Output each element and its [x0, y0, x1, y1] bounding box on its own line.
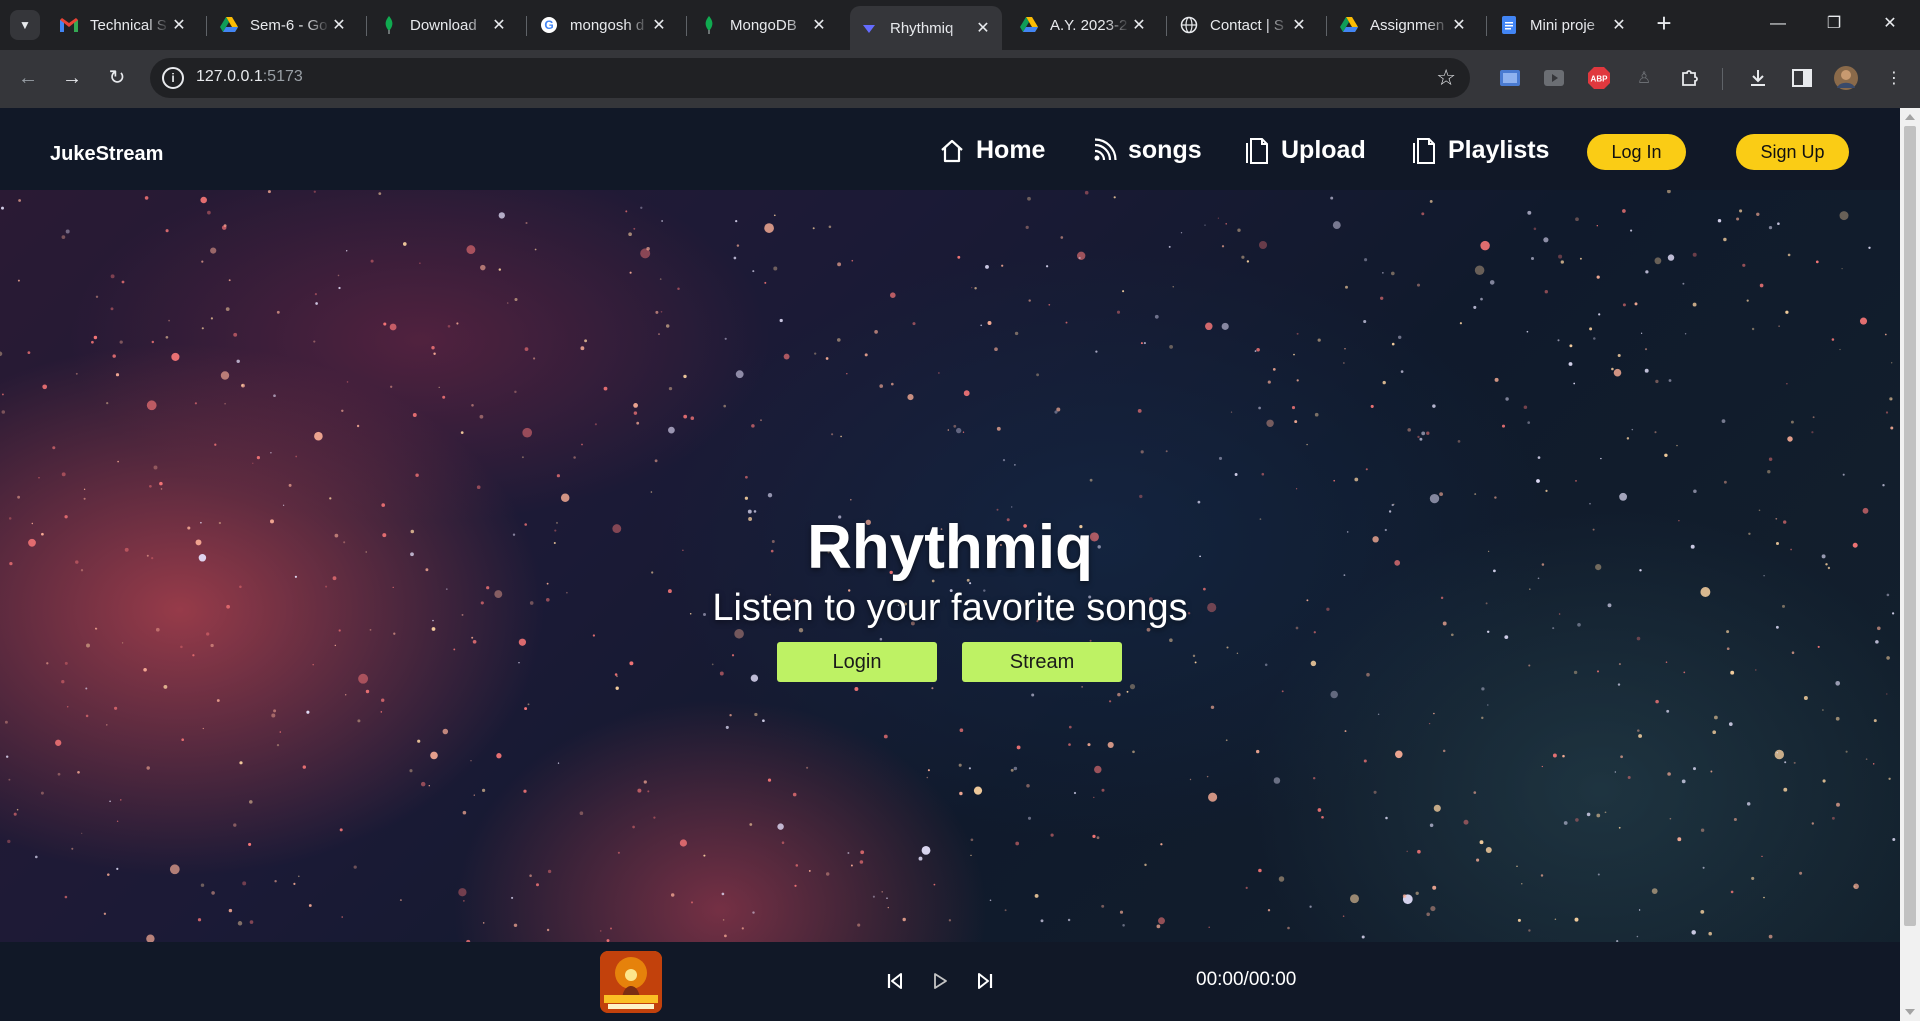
browser-tab[interactable]: Contact | S ✕ — [1170, 8, 1318, 42]
close-icon[interactable]: ✕ — [490, 15, 508, 35]
close-window-icon[interactable]: ✕ — [1870, 10, 1910, 38]
tab-title: mongosh d — [570, 16, 645, 34]
tab-title: Assignmen — [1370, 16, 1445, 34]
google-docs-icon — [1500, 16, 1518, 34]
svg-text:G: G — [544, 18, 553, 32]
nav-upload[interactable]: Upload — [1243, 136, 1366, 165]
browser-tab[interactable]: Sem-6 - Go ✕ — [210, 8, 358, 42]
google-drive-icon — [220, 16, 238, 34]
close-icon[interactable]: ✕ — [810, 15, 828, 35]
new-tab-button[interactable]: + — [1650, 10, 1678, 38]
tab-title: Contact | S — [1210, 16, 1284, 34]
nav-songs[interactable]: songs — [1090, 136, 1202, 165]
close-icon[interactable]: ✕ — [974, 18, 992, 38]
login-button[interactable]: Log In — [1587, 134, 1686, 170]
browser-tab[interactable]: G mongosh d ✕ — [530, 8, 678, 42]
close-icon[interactable]: ✕ — [1290, 15, 1308, 35]
browser-toolbar: ← → ↻ i 127.0.0.1:5173 ☆ ABP ♙ ⋮ — [0, 50, 1920, 108]
scrollbar-thumb[interactable] — [1904, 126, 1916, 926]
site-info-icon[interactable]: i — [162, 67, 184, 89]
nav-playlists-label: Playlists — [1448, 136, 1550, 164]
tab-title: Rhythmiq — [890, 19, 954, 37]
browser-tab[interactable]: Technical S ✕ — [50, 8, 198, 42]
previous-track-icon[interactable] — [882, 968, 908, 994]
hero-subtitle: Listen to your favorite songs — [712, 587, 1188, 629]
album-cover[interactable] — [600, 951, 662, 1013]
download-icon[interactable] — [1746, 66, 1770, 90]
close-icon[interactable]: ✕ — [330, 15, 348, 35]
mongodb-leaf-icon — [700, 16, 718, 34]
google-drive-icon — [1340, 16, 1358, 34]
play-icon[interactable] — [927, 968, 953, 994]
restore-icon[interactable]: ❐ — [1814, 10, 1854, 38]
hero-login-button[interactable]: Login — [777, 642, 937, 682]
scroll-up-arrow-icon[interactable] — [1905, 114, 1915, 120]
ghost-ext-icon[interactable]: ♙ — [1632, 66, 1656, 90]
bookmark-star-icon[interactable]: ☆ — [1436, 65, 1456, 91]
close-icon[interactable]: ✕ — [650, 15, 668, 35]
address-bar[interactable]: i 127.0.0.1:5173 ☆ — [150, 58, 1470, 98]
forward-arrow-icon[interactable]: → — [56, 62, 88, 94]
mongodb-leaf-icon — [380, 16, 398, 34]
puzzle-extensions-icon[interactable] — [1678, 66, 1702, 90]
close-icon[interactable]: ✕ — [1610, 15, 1628, 35]
google-drive-icon — [1020, 16, 1038, 34]
hero-title: Rhythmiq — [807, 513, 1093, 582]
minimize-icon[interactable]: — — [1758, 10, 1798, 38]
nav-home[interactable]: Home — [938, 136, 1045, 165]
nav-upload-label: Upload — [1281, 136, 1366, 164]
screen-cast-icon[interactable] — [1498, 66, 1522, 90]
gmail-icon — [60, 16, 78, 34]
page-scrollbar[interactable] — [1900, 108, 1920, 1021]
profile-avatar[interactable] — [1834, 66, 1858, 90]
tab-title: Mini proje — [1530, 16, 1596, 34]
playback-time: 00:00/00:00 — [1196, 969, 1297, 990]
scroll-down-arrow-icon[interactable] — [1905, 1009, 1915, 1015]
music-player-bar: 00:00/00:00 — [0, 942, 1900, 1021]
back-arrow-icon[interactable]: ← — [12, 62, 44, 94]
close-icon[interactable]: ✕ — [170, 15, 188, 35]
podcast-signal-icon — [1090, 137, 1118, 165]
hero-banner: Rhythmiq Listen to your favorite songs L… — [0, 190, 1900, 942]
browser-tab[interactable]: Assignmen ✕ — [1330, 8, 1478, 42]
google-icon: G — [540, 16, 558, 34]
close-icon[interactable]: ✕ — [1450, 15, 1468, 35]
browser-tab[interactable]: Download ✕ — [370, 8, 518, 42]
nav-home-label: Home — [976, 136, 1046, 164]
browser-tab[interactable]: MongoDB ✕ — [690, 8, 838, 42]
hero-stream-button[interactable]: Stream — [962, 642, 1122, 682]
site-navbar: JukeStream Home songs Upload Playlists L… — [0, 108, 1900, 190]
signup-button[interactable]: Sign Up — [1736, 134, 1849, 170]
kebab-menu-icon[interactable]: ⋮ — [1882, 66, 1906, 90]
tab-title: Technical S — [90, 16, 167, 34]
document-icon — [1410, 137, 1438, 165]
reload-icon[interactable]: ↻ — [101, 62, 133, 94]
nav-songs-label: songs — [1128, 136, 1202, 164]
browser-tab-active[interactable]: Rhythmiq ✕ — [850, 6, 1002, 50]
globe-icon — [1180, 16, 1198, 34]
video-ext-icon[interactable] — [1542, 66, 1566, 90]
next-track-icon[interactable] — [972, 968, 998, 994]
tab-title: Sem-6 - Go — [250, 16, 328, 34]
url-text[interactable]: 127.0.0.1:5173 — [196, 68, 303, 86]
nav-playlists[interactable]: Playlists — [1410, 136, 1549, 165]
tab-title: A.Y. 2023-2 — [1050, 16, 1128, 34]
document-icon — [1243, 137, 1271, 165]
sidepanel-icon[interactable] — [1790, 66, 1814, 90]
chevron-down-icon: ▼ — [19, 18, 31, 32]
browser-tab[interactable]: Mini proje ✕ — [1490, 8, 1638, 42]
brand-logo-text[interactable]: JukeStream — [50, 143, 163, 166]
home-icon — [938, 137, 966, 165]
svg-text:ABP: ABP — [1591, 75, 1609, 84]
browser-tab-strip: ▼ Technical S ✕ Sem-6 - Go ✕ Download ✕ … — [0, 0, 1920, 50]
page-viewport: JukeStream Home songs Upload Playlists L… — [0, 108, 1920, 1021]
vite-icon — [860, 19, 878, 37]
browser-tab[interactable]: A.Y. 2023-2 ✕ — [1010, 8, 1158, 42]
tab-search-button[interactable]: ▼ — [10, 10, 40, 40]
close-icon[interactable]: ✕ — [1130, 15, 1148, 35]
tab-title: Download — [410, 16, 477, 34]
tab-title: MongoDB — [730, 16, 797, 34]
adblock-icon[interactable]: ABP — [1587, 66, 1611, 90]
